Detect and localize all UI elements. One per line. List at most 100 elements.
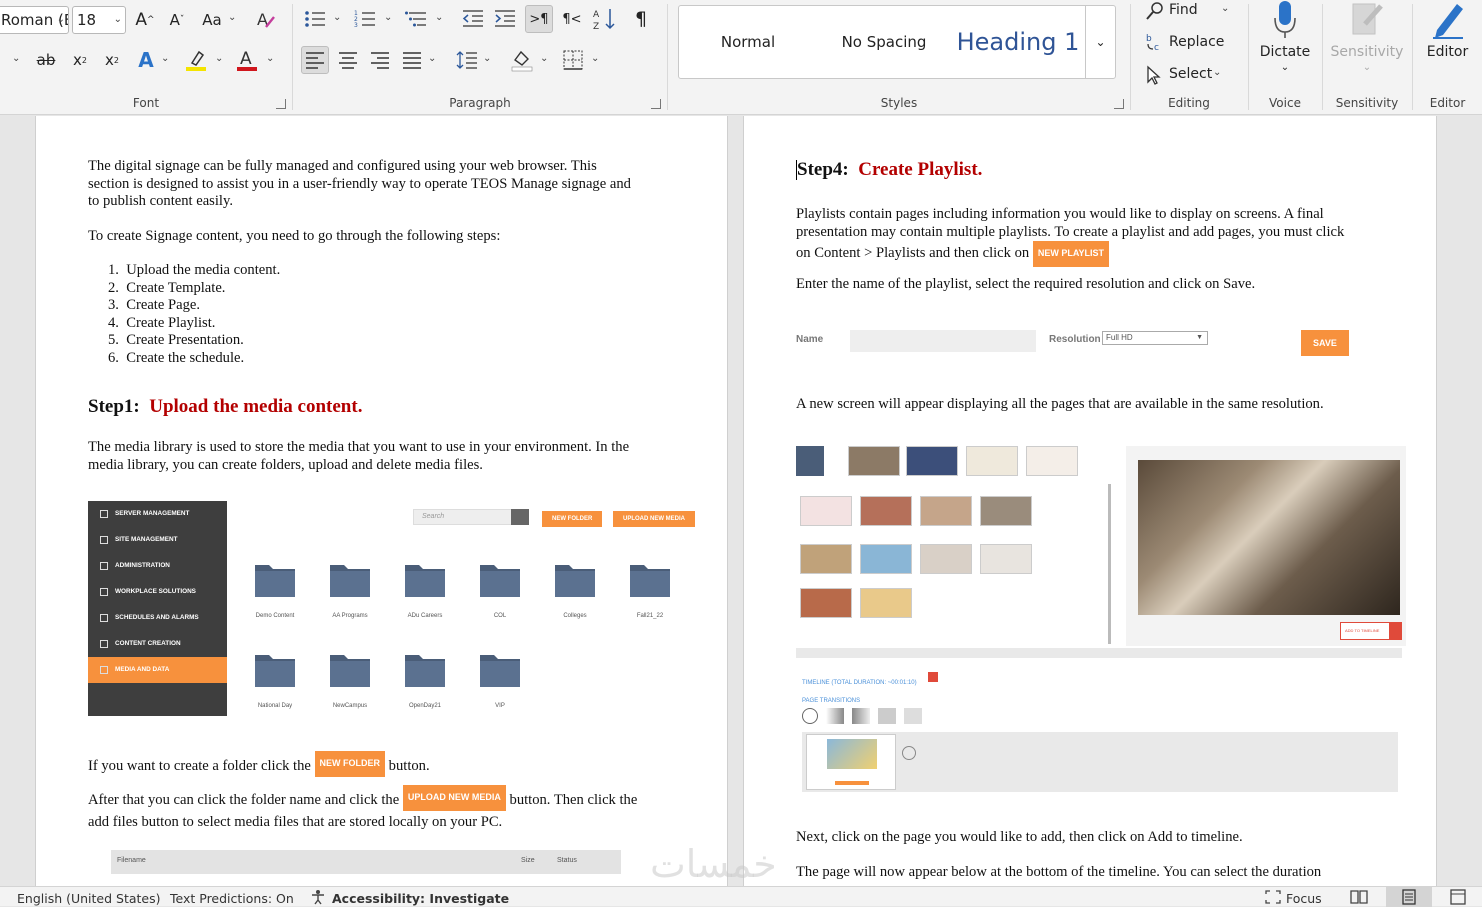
print-layout-icon — [1402, 889, 1416, 905]
sensitivity-group-label: Sensitivity — [1335, 96, 1399, 110]
shading-icon[interactable] — [508, 46, 536, 74]
screenshot-new-folder: NEW FOLDER — [542, 511, 603, 527]
subscript-icon[interactable]: x2 — [66, 46, 94, 74]
list-item: 1. Upload the media content. — [108, 262, 281, 278]
chevron-down-icon[interactable]: ⌄ — [161, 53, 169, 64]
folder-label: Demo Content — [255, 613, 295, 619]
align-right-icon[interactable] — [366, 46, 394, 74]
document-page-right[interactable]: Step4: Create Playlist. Playlists contai… — [743, 116, 1437, 886]
align-center-icon[interactable] — [334, 46, 362, 74]
text-predictions-status[interactable]: Text Predictions: On — [170, 891, 294, 906]
print-layout-button[interactable] — [1386, 887, 1432, 907]
folder-label: OpenDay21 — [408, 703, 442, 709]
paragraph-dialog-launcher-icon[interactable] — [651, 99, 661, 109]
ltr-direction-icon[interactable]: >¶ — [525, 5, 553, 33]
chevron-down-icon[interactable]: ⌄ — [384, 12, 392, 23]
find-button[interactable]: Find ⌄ — [1145, 0, 1245, 22]
font-name-combo[interactable]: Roman (B ⌄ — [0, 6, 69, 34]
document-page-left[interactable]: The digital signage can be fully managed… — [35, 116, 728, 886]
decrease-indent-icon[interactable] — [459, 5, 487, 33]
change-case-button[interactable]: Aa — [199, 6, 225, 34]
superscript-icon[interactable]: x2 — [98, 46, 126, 74]
font-color-icon[interactable]: A — [233, 46, 261, 74]
language-status[interactable]: English (United States) — [17, 891, 161, 906]
media-library-screenshot: SERVER MANAGEMENT SITE MANAGEMENT ADMINI… — [88, 501, 700, 717]
chevron-down-icon[interactable]: ⌄ — [266, 53, 274, 64]
web-layout-icon[interactable] — [1450, 889, 1466, 905]
shrink-font-icon[interactable]: Aˇ — [163, 6, 191, 34]
read-mode-icon[interactable] — [1350, 889, 1368, 905]
next-click-paragraph: Next, click on the page you would like t… — [796, 829, 1243, 845]
page-thumbnail — [920, 496, 972, 526]
multilevel-list-icon[interactable] — [402, 5, 430, 33]
line-spacing-icon[interactable] — [453, 46, 481, 74]
chevron-down-icon[interactable]: ⌄ — [215, 53, 223, 64]
font-group-label: Font — [132, 96, 160, 110]
chevron-down-icon[interactable]: ⌄ — [333, 12, 341, 23]
folder-icon — [328, 651, 372, 689]
increase-indent-icon[interactable] — [491, 5, 519, 33]
paragraph-group: ⌄ 123 ⌄ ⌄ >¶ ¶< AZ ¶ ⌄ ⌄ ⌄ ⌄ Paragraph — [293, 0, 667, 115]
accessibility-status[interactable]: Accessibility: Investigate — [332, 891, 509, 906]
sensitivity-button[interactable]: Sensitivity ⌄ — [1323, 0, 1411, 86]
playlist-editor-screenshot: ADD TO TIMELINE TIMELINE (TOTAL DURATION… — [796, 446, 1406, 796]
screenshot-sidebar: SERVER MANAGEMENT SITE MANAGEMENT ADMINI… — [88, 501, 227, 716]
chevron-down-icon[interactable]: ⌄ — [428, 53, 436, 64]
list-item: 3. Create Page. — [108, 297, 200, 313]
styles-group-label: Styles — [880, 96, 918, 110]
style-no-spacing[interactable]: No Spacing — [817, 6, 951, 78]
chevron-down-icon: ⌄ — [1280, 62, 1290, 73]
strikethrough-icon[interactable]: ab — [32, 46, 60, 74]
replace-button[interactable]: bc Replace — [1145, 32, 1245, 54]
highlight-icon[interactable] — [182, 46, 210, 74]
folder-label: AA Programs — [332, 613, 368, 619]
page-thumbnail — [800, 544, 852, 574]
select-button[interactable]: Select ⌄ — [1145, 64, 1245, 86]
steps-intro: To create Signage content, you need to g… — [88, 228, 501, 244]
editing-group-label: Editing — [1168, 96, 1210, 110]
chevron-down-icon[interactable]: ⌄ — [591, 53, 599, 64]
chevron-down-icon[interactable]: ⌄ — [228, 12, 236, 23]
rtl-direction-icon[interactable]: ¶< — [558, 5, 586, 33]
folder-icon — [328, 561, 372, 599]
font-group: Roman (B ⌄ 18 ⌄ A ^ Aˇ Aa ⌄ A ⌄ ab x2 x2 A … — [0, 0, 292, 115]
page-thumbnail — [980, 496, 1032, 526]
styles-dialog-launcher-icon[interactable] — [1114, 99, 1124, 109]
menu-item: CONTENT CREATION — [88, 631, 227, 657]
align-left-icon[interactable] — [301, 46, 329, 74]
justify-icon[interactable] — [398, 46, 426, 74]
borders-icon[interactable] — [559, 46, 587, 74]
chevron-down-icon[interactable]: ⌄ — [540, 53, 548, 64]
bullets-icon[interactable] — [301, 5, 329, 33]
styles-more-button[interactable]: ⌄ — [1085, 6, 1115, 78]
style-normal[interactable]: Normal — [679, 6, 817, 78]
sort-icon[interactable]: AZ — [591, 5, 619, 33]
grow-font-icon[interactable]: A ^ — [131, 6, 159, 34]
menu-item: WORKPLACE SOLUTIONS — [88, 579, 227, 605]
dictate-button[interactable]: Dictate ⌄ — [1249, 0, 1321, 86]
chevron-down-icon[interactable]: ⌄ — [435, 12, 443, 23]
text-effects-icon[interactable]: A — [132, 46, 160, 74]
font-size-combo[interactable]: 18 ⌄ — [72, 6, 126, 34]
clear-formatting-icon[interactable]: A — [252, 6, 280, 34]
editor-divider — [796, 648, 1402, 658]
font-dialog-launcher-icon[interactable] — [276, 99, 286, 109]
voice-group-label: Voice — [1269, 96, 1301, 110]
page-thumbnail — [848, 446, 900, 476]
numbering-icon[interactable]: 123 — [351, 5, 379, 33]
style-heading-1[interactable]: Heading 1 — [951, 6, 1085, 78]
chevron-down-icon[interactable]: ⌄ — [483, 53, 491, 64]
chevron-down-icon[interactable]: ⌄ — [12, 53, 20, 64]
page-thumbnail — [966, 446, 1018, 476]
screenshot-upload: UPLOAD NEW MEDIA — [613, 511, 695, 527]
show-formatting-marks-icon[interactable]: ¶ — [627, 5, 655, 33]
status-bar: English (United States) Text Predictions… — [0, 886, 1482, 907]
svg-text:A: A — [240, 49, 252, 69]
search-icon — [1146, 2, 1163, 20]
new-folder-inline-button: NEW FOLDER — [314, 751, 386, 777]
timeline-page-card — [806, 734, 896, 790]
focus-button[interactable]: Focus — [1286, 891, 1322, 906]
editor-button[interactable]: Editor — [1413, 0, 1482, 86]
chevron-down-icon: ⌄ — [56, 14, 65, 25]
chevron-down-icon: ⌄ — [1095, 35, 1106, 49]
